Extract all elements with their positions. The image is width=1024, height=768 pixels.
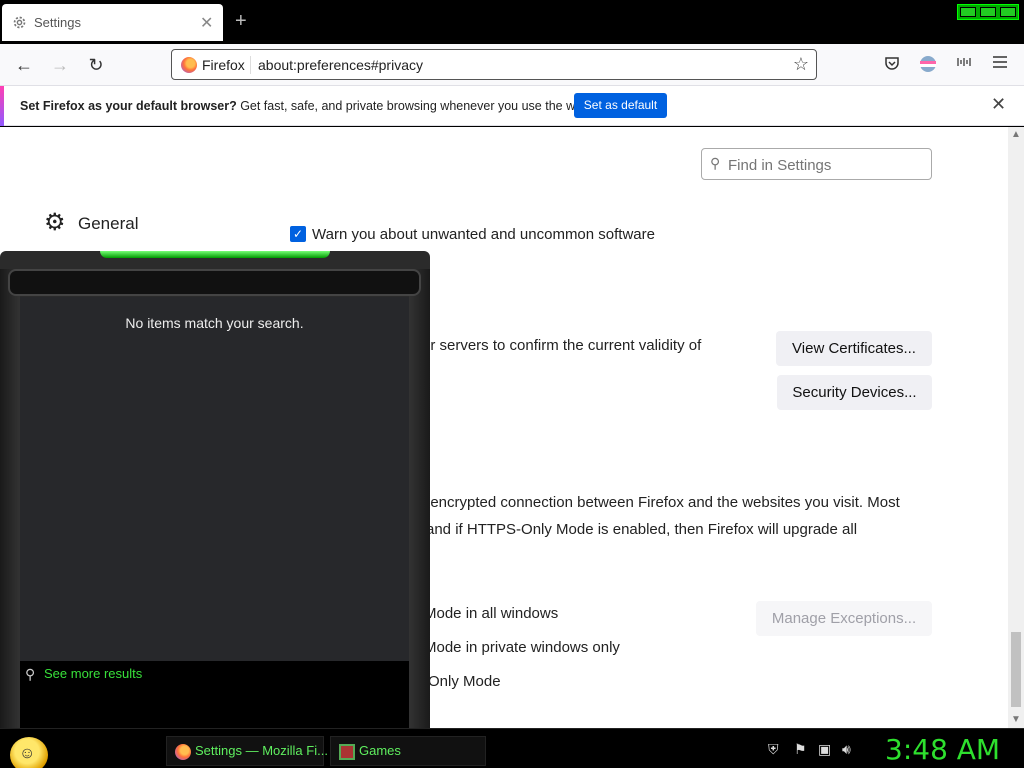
window-controls[interactable] [957, 4, 1019, 20]
certificates-description: er servers to confirm the current validi… [422, 337, 702, 354]
launcher-search-input[interactable] [8, 269, 421, 296]
close-notification-icon[interactable]: ✕ [991, 94, 1006, 115]
page-scrollbar[interactable]: ▲ ▼ [1008, 127, 1024, 728]
scroll-up-icon[interactable]: ▲ [1011, 129, 1021, 140]
maximize-icon[interactable] [980, 7, 996, 17]
launcher-frame-right [409, 269, 430, 728]
https-mode-off-label: Only Mode [428, 673, 501, 690]
menu-hamburger-icon[interactable] [989, 55, 1011, 75]
firefox-icon [175, 744, 191, 760]
find-in-settings[interactable]: ⚲ [701, 148, 932, 180]
network-icon[interactable]: ▣ [818, 741, 831, 758]
view-certificates-button[interactable]: View Certificates... [776, 331, 932, 366]
extensions-icon[interactable] [953, 55, 975, 75]
flag-icon[interactable]: ⚑ [794, 741, 807, 758]
launcher-footer: ⚲ See more results [20, 661, 409, 728]
forward-icon[interactable]: → [48, 53, 72, 77]
manage-exceptions-button[interactable]: Manage Exceptions... [756, 601, 932, 636]
account-avatar-icon[interactable] [917, 55, 939, 75]
new-tab-button[interactable]: + [235, 10, 247, 32]
back-icon[interactable]: ← [12, 53, 36, 77]
firefox-logo-icon [181, 57, 197, 73]
url-bar[interactable]: Firefox about:preferences#privacy ☆ [171, 49, 817, 80]
url-text[interactable]: about:preferences#privacy [258, 57, 423, 73]
clock[interactable]: 3:48 AM [885, 733, 1000, 766]
notification-text: Get fast, safe, and private browsing whe… [236, 99, 593, 113]
reload-icon[interactable]: ↻ [84, 53, 108, 77]
taskbar-item-games[interactable]: Games [330, 736, 486, 766]
volume-icon[interactable]: 🔊︎ [842, 741, 851, 758]
search-icon: ⚲ [710, 155, 721, 171]
set-as-default-button[interactable]: Set as default [574, 93, 667, 118]
pocket-icon[interactable] [881, 55, 903, 75]
start-logo-icon: ☺ [19, 745, 36, 762]
taskbar-item-label: Settings — Mozilla Fi... [195, 743, 328, 758]
bookmark-star-icon[interactable]: ☆ [793, 54, 809, 75]
launcher-results: No items match your search. [20, 297, 409, 663]
security-devices-button[interactable]: Security Devices... [777, 375, 932, 410]
launcher-frame-left [0, 269, 20, 728]
scrollbar-thumb[interactable] [1011, 632, 1021, 707]
find-in-settings-input[interactable] [728, 155, 923, 175]
taskbar: ☺ Settings — Mozilla Fi... Games ⛨ ⚑ ▣ 🔊… [0, 728, 1024, 768]
category-general-label: General [78, 214, 139, 233]
https-mode-all-label: Mode in all windows [424, 605, 559, 622]
no-items-message: No items match your search. [125, 315, 304, 331]
notification-message: Set Firefox as your default browser? Get… [20, 99, 592, 113]
default-browser-notification: Set Firefox as your default browser? Get… [0, 86, 1024, 126]
warn-unwanted-software-label: Warn you about unwanted and uncommon sof… [312, 226, 655, 243]
search-more-icon: ⚲ [25, 666, 36, 682]
start-button[interactable]: ☺ [10, 737, 48, 768]
identity-label[interactable]: Firefox [202, 57, 245, 73]
warn-unwanted-software-checkbox[interactable]: ✓ [290, 226, 306, 242]
https-description-line-1: , encrypted connection between Firefox a… [422, 494, 900, 511]
nav-bar: ← → ↻ Firefox about:preferences#privacy … [0, 44, 1024, 86]
notification-stripe [0, 86, 4, 126]
gear-icon: ⚙ [44, 209, 66, 236]
tab-title: Settings [34, 15, 81, 30]
https-description-line-2: and if HTTPS-Only Mode is enabled, then … [426, 521, 858, 538]
scroll-down-icon[interactable]: ▼ [1011, 714, 1021, 725]
https-mode-private-label: Mode in private windows only [424, 639, 620, 656]
close-window-icon[interactable] [1000, 7, 1016, 17]
shield-icon[interactable]: ⛨ [768, 741, 779, 758]
gear-icon [13, 16, 26, 29]
see-more-results-link[interactable]: See more results [44, 666, 142, 681]
launcher-glow [100, 251, 330, 258]
taskbar-item-label: Games [359, 743, 401, 758]
url-separator [250, 56, 251, 74]
taskbar-item-firefox[interactable]: Settings — Mozilla Fi... [166, 736, 328, 766]
launcher-menu: No items match your search. ⚲ See more r… [0, 251, 430, 728]
tab-settings[interactable]: Settings ✕ [2, 4, 223, 41]
close-tab-icon[interactable]: ✕ [200, 13, 213, 33]
minimize-icon[interactable] [960, 7, 976, 17]
tab-bar: Settings ✕ + [0, 0, 1024, 44]
games-icon [339, 744, 355, 760]
notification-bold: Set Firefox as your default browser? [20, 99, 237, 113]
